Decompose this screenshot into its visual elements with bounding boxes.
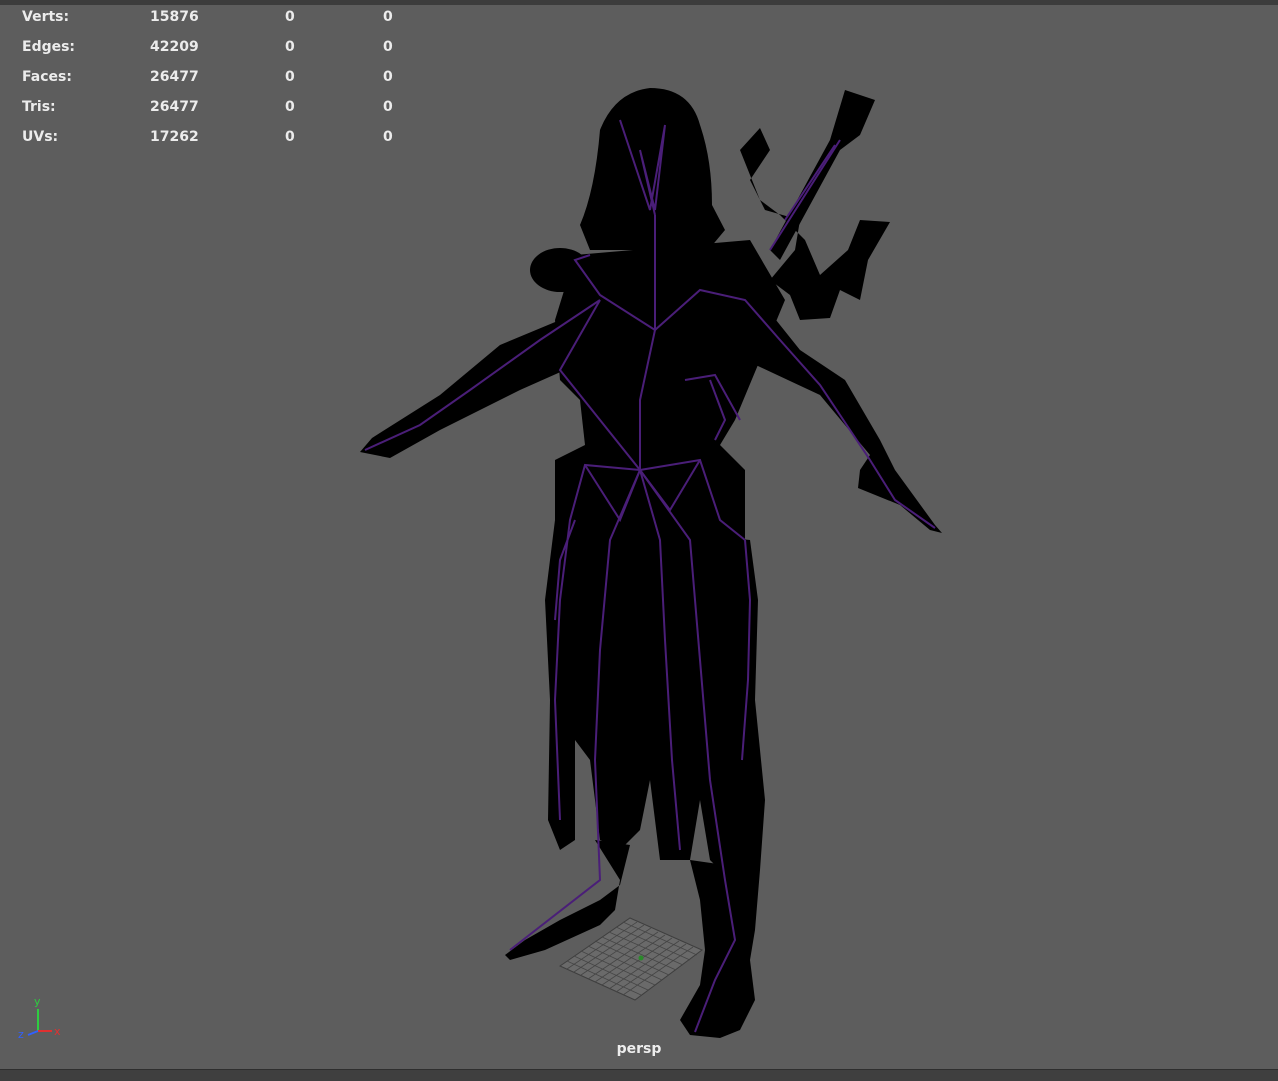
y-axis-label: y xyxy=(34,995,41,1008)
z-axis-label: z xyxy=(18,1028,24,1041)
x-axis-label: x xyxy=(54,1025,61,1038)
z-axis-line xyxy=(27,1030,39,1036)
camera-name-label: persp xyxy=(616,1041,662,1057)
character-model[interactable] xyxy=(0,5,1278,1069)
axis-gizmo: y x z xyxy=(18,995,61,1041)
character-silhouette xyxy=(360,88,942,1038)
viewport-persp[interactable]: Verts: 15876 0 0 Edges: 42209 0 0 Faces:… xyxy=(0,5,1278,1069)
bottom-separator xyxy=(0,1069,1278,1081)
